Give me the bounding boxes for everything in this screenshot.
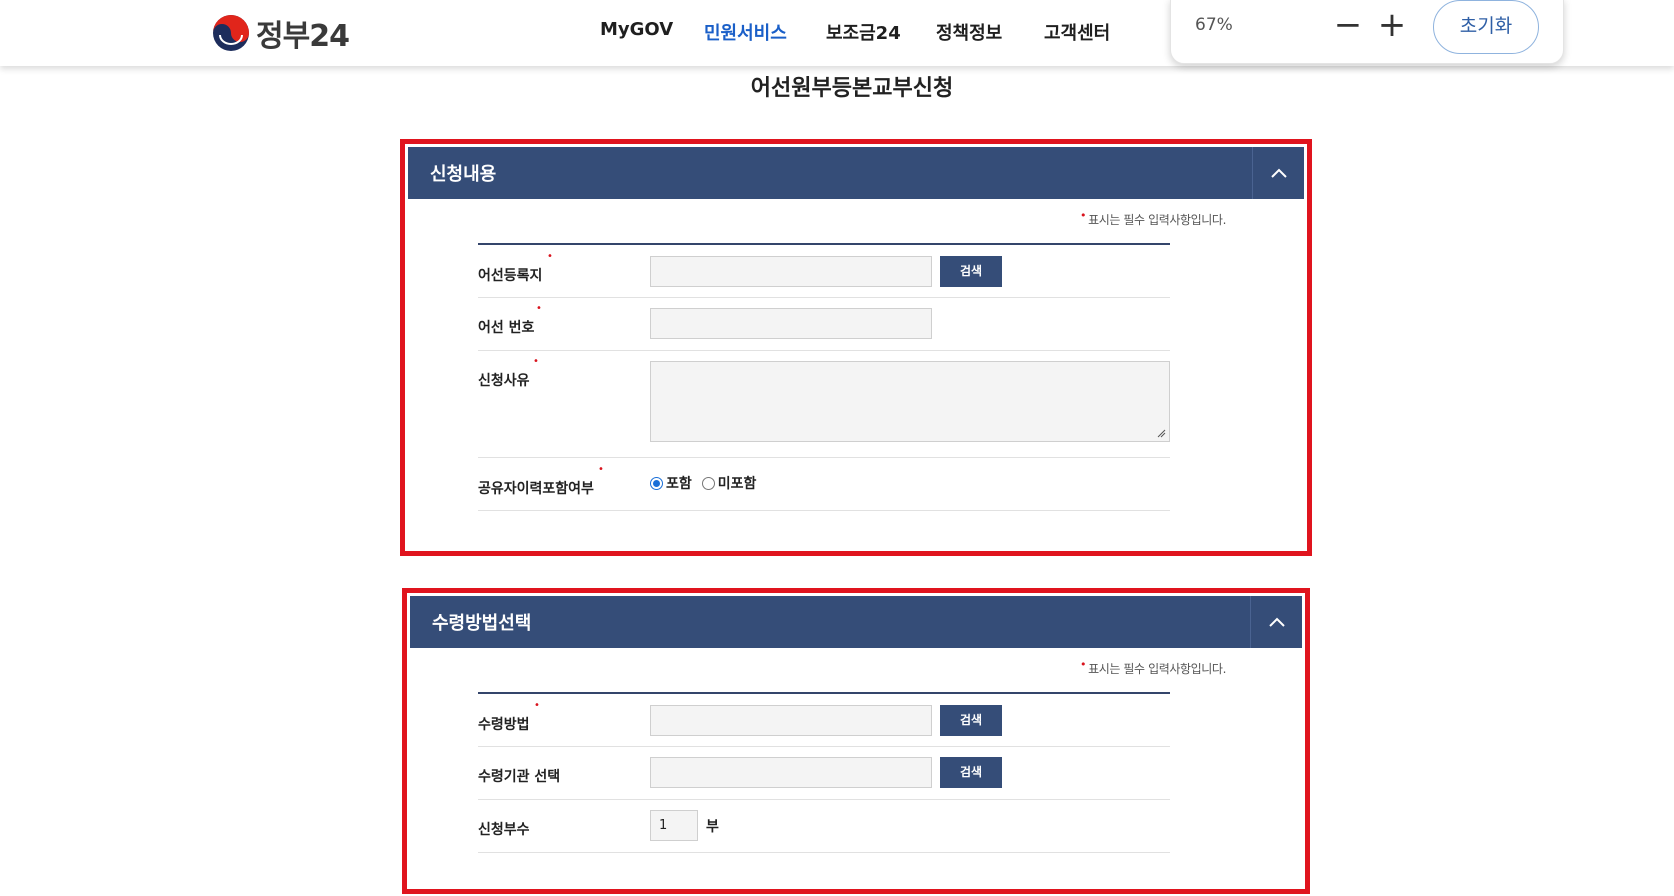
zoom-in-button[interactable]: + [1375,7,1409,45]
collapse-button[interactable] [1252,147,1304,199]
required-dot-icon: • [536,303,542,314]
label-boat-number: 어선 번호 [478,320,535,336]
nav-subsidy24[interactable]: 보조금24 [826,19,901,45]
resize-handle-icon[interactable] [1156,428,1166,438]
zoom-panel: 67% − + 초기화 [1170,0,1564,64]
radio-include[interactable] [650,476,663,490]
page-title: 어선원부등본교부신청 [750,76,954,101]
required-dot-icon: • [534,700,540,711]
label-registry: 어선등록지 [478,268,543,284]
required-dot-icon: • [533,356,539,367]
form-table: 어선등록지 • 검색 어선 번호 • 신청사유 • 공유자이력포함여부 • 포함 [478,243,1170,511]
required-dot-icon: • [547,251,553,262]
row-boat-number: 어선 번호 • [478,298,1170,351]
required-note-text: 표시는 필수 입력사항입니다. [1088,213,1226,227]
row-reason: 신청사유 • [478,351,1170,458]
required-note-text: 표시는 필수 입력사항입니다. [1088,662,1226,676]
required-dot-icon: • [598,464,604,475]
chevron-up-icon [1270,168,1287,178]
radio-include-label[interactable]: 포함 [666,473,692,493]
row-receipt-agency: 수령기관 선택 검색 [478,747,1170,800]
section-title: 수령방법선택 [432,613,532,634]
nav-mygov[interactable]: MyGOV [600,19,673,40]
radio-exclude-label[interactable]: 미포함 [718,473,757,493]
label-reason: 신청사유 [478,373,530,389]
required-dot-icon: • [1079,209,1087,222]
co-owner-radio-group: 포함 미포함 [650,473,756,493]
row-copies: 신청부수 1 부 [478,800,1170,853]
receipt-agency-input[interactable] [650,757,932,788]
zoom-level: 67% [1195,15,1233,35]
collapse-button[interactable] [1250,596,1302,648]
label-copies: 신청부수 [478,822,530,838]
label-co-owner: 공유자이력포함여부 [478,481,594,497]
reason-textarea[interactable] [650,361,1170,442]
section-header: 수령방법선택 [410,596,1302,648]
receipt-method-input[interactable] [650,705,932,736]
radio-exclude[interactable] [701,476,715,490]
copies-unit: 부 [706,819,719,835]
registry-search-button[interactable]: 검색 [940,256,1002,287]
copies-input[interactable]: 1 [650,810,698,841]
form-table: 수령방법 • 검색 수령기관 선택 검색 신청부수 1 부 [478,692,1170,853]
section-application-details: 신청내용 • 표시는 필수 입력사항입니다. 어선등록지 • 검색 어선 번호 •… [408,147,1304,548]
required-note: • 표시는 필수 입력사항입니다. [1079,658,1226,677]
zoom-reset-button[interactable]: 초기화 [1433,0,1539,54]
section-receipt-method: 수령방법선택 • 표시는 필수 입력사항입니다. 수령방법 • 검색 수령기관 선… [410,596,1302,886]
chevron-up-icon [1268,617,1285,627]
row-co-owner: 공유자이력포함여부 • 포함 미포함 [478,458,1170,511]
zoom-out-button[interactable]: − [1331,7,1365,45]
label-receipt-agency: 수령기관 선택 [478,769,561,785]
taegeuk-logo-icon [213,15,249,51]
logo-text: 정부24 [256,19,350,54]
section-title: 신청내용 [430,164,497,185]
boat-number-input[interactable] [650,308,932,339]
nav-policy-info[interactable]: 정책정보 [936,19,1002,45]
registry-input[interactable] [650,256,932,287]
receipt-method-search-button[interactable]: 검색 [940,705,1002,736]
row-registry: 어선등록지 • 검색 [478,245,1170,298]
row-receipt-method: 수령방법 • 검색 [478,694,1170,747]
required-dot-icon: • [1079,658,1087,671]
section-header: 신청내용 [408,147,1304,199]
required-note: • 표시는 필수 입력사항입니다. [1079,209,1226,228]
label-receipt-method: 수령방법 [478,717,530,733]
nav-civil-services[interactable]: 민원서비스 [704,19,787,45]
nav-customer-center[interactable]: 고객센터 [1044,19,1110,45]
site-logo[interactable]: 정부24 [212,14,350,54]
receipt-agency-search-button[interactable]: 검색 [940,757,1002,788]
